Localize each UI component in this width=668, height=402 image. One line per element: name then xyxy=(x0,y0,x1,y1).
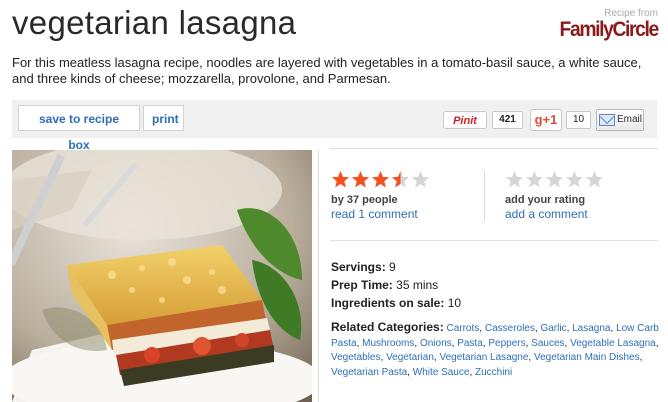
servings-value: 9 xyxy=(389,260,396,274)
category-link[interactable]: Vegetarian Lasagne xyxy=(439,352,528,363)
category-link[interactable]: Sauces xyxy=(531,338,564,349)
avg-star-icon xyxy=(371,170,390,188)
avg-star-icon xyxy=(391,170,410,188)
recipe-title: vegetarian lasagna xyxy=(12,4,297,41)
recipe-description: For this meatless lasagna recipe, noodle… xyxy=(12,55,642,86)
category-link[interactable]: Vegetarian Pasta xyxy=(331,367,407,378)
add-your-rating-label: add your rating xyxy=(505,194,586,206)
category-link[interactable]: White Sauce xyxy=(413,367,470,378)
your-star-icon[interactable] xyxy=(565,170,584,189)
your-rating-info: add your rating add a comment xyxy=(505,193,588,221)
category-link[interactable]: Vegetarian xyxy=(386,352,434,363)
avg-star-icon xyxy=(411,170,430,188)
facts-divider xyxy=(330,240,658,241)
your-star-icon[interactable] xyxy=(505,170,524,189)
category-link[interactable]: Mushrooms xyxy=(362,338,414,349)
category-link[interactable]: Vegetarian Main Dishes xyxy=(534,352,640,363)
category-link[interactable]: Garlic xyxy=(540,323,566,334)
print-button[interactable]: print xyxy=(143,105,184,131)
ingredients-on-sale-value: 10 xyxy=(447,296,462,310)
google-plus-button[interactable]: g+1 xyxy=(530,109,562,131)
avg-star-icon xyxy=(331,170,350,188)
servings-row: Servings: 9 xyxy=(331,258,461,276)
pinterest-button[interactable]: Pinit xyxy=(443,111,487,129)
rating-count: by 37 people xyxy=(331,194,398,206)
rating-divider xyxy=(484,170,485,222)
servings-label: Servings: xyxy=(331,260,386,274)
category-link[interactable]: Carrots xyxy=(446,323,479,334)
your-star-icon[interactable] xyxy=(585,170,604,189)
category-link[interactable]: Zucchini xyxy=(475,367,512,378)
category-link[interactable]: Peppers xyxy=(488,338,525,349)
prep-time-row: Prep Time: 35 mins xyxy=(331,276,461,294)
prep-time-label: Prep Time: xyxy=(331,278,393,292)
related-categories: Related Categories: Carrots, Casseroles,… xyxy=(331,320,659,378)
email-label: Email xyxy=(617,114,643,125)
recipe-facts: Servings: 9 Prep Time: 35 mins Ingredien… xyxy=(331,258,461,312)
category-link[interactable]: Vegetables xyxy=(331,352,381,363)
save-to-recipe-box-button[interactable]: save to recipe box xyxy=(18,105,140,152)
your-star-icon[interactable] xyxy=(545,170,564,189)
pin-count: 421 xyxy=(492,111,523,129)
prep-time-value: 35 mins xyxy=(396,278,439,292)
column-divider xyxy=(318,150,319,402)
ingredients-on-sale-row: Ingredients on sale: 10 xyxy=(331,294,461,312)
read-comments-link[interactable]: read 1 comment xyxy=(331,207,418,221)
gplus-count: 10 xyxy=(566,111,591,129)
recipe-toolbar: save to recipe box print Pinit 421 g+1 1… xyxy=(12,100,657,152)
your-star-icon[interactable] xyxy=(525,170,544,189)
category-link[interactable]: Casseroles xyxy=(485,323,535,334)
section-divider xyxy=(330,148,658,149)
average-rating-stars xyxy=(331,170,431,190)
recipe-photo xyxy=(12,150,312,402)
email-button[interactable]: Email xyxy=(596,109,644,131)
brand-block: Recipe from FamilyCircle xyxy=(551,8,660,41)
category-link[interactable]: Lasagna xyxy=(572,323,610,334)
category-link[interactable]: Pasta xyxy=(457,338,483,349)
ingredients-on-sale-label: Ingredients on sale: xyxy=(331,296,445,310)
category-link[interactable]: Vegetable Lasagna xyxy=(570,338,656,349)
add-comment-link[interactable]: add a comment xyxy=(505,207,588,221)
envelope-icon xyxy=(599,114,615,126)
related-categories-label: Related Categories: xyxy=(331,320,444,334)
average-rating-info: by 37 people read 1 comment xyxy=(331,193,418,221)
category-link[interactable]: Onions xyxy=(420,338,452,349)
your-rating-stars[interactable] xyxy=(505,170,605,190)
avg-star-icon xyxy=(351,170,370,188)
family-circle-logo[interactable]: FamilyCircle xyxy=(560,19,660,41)
